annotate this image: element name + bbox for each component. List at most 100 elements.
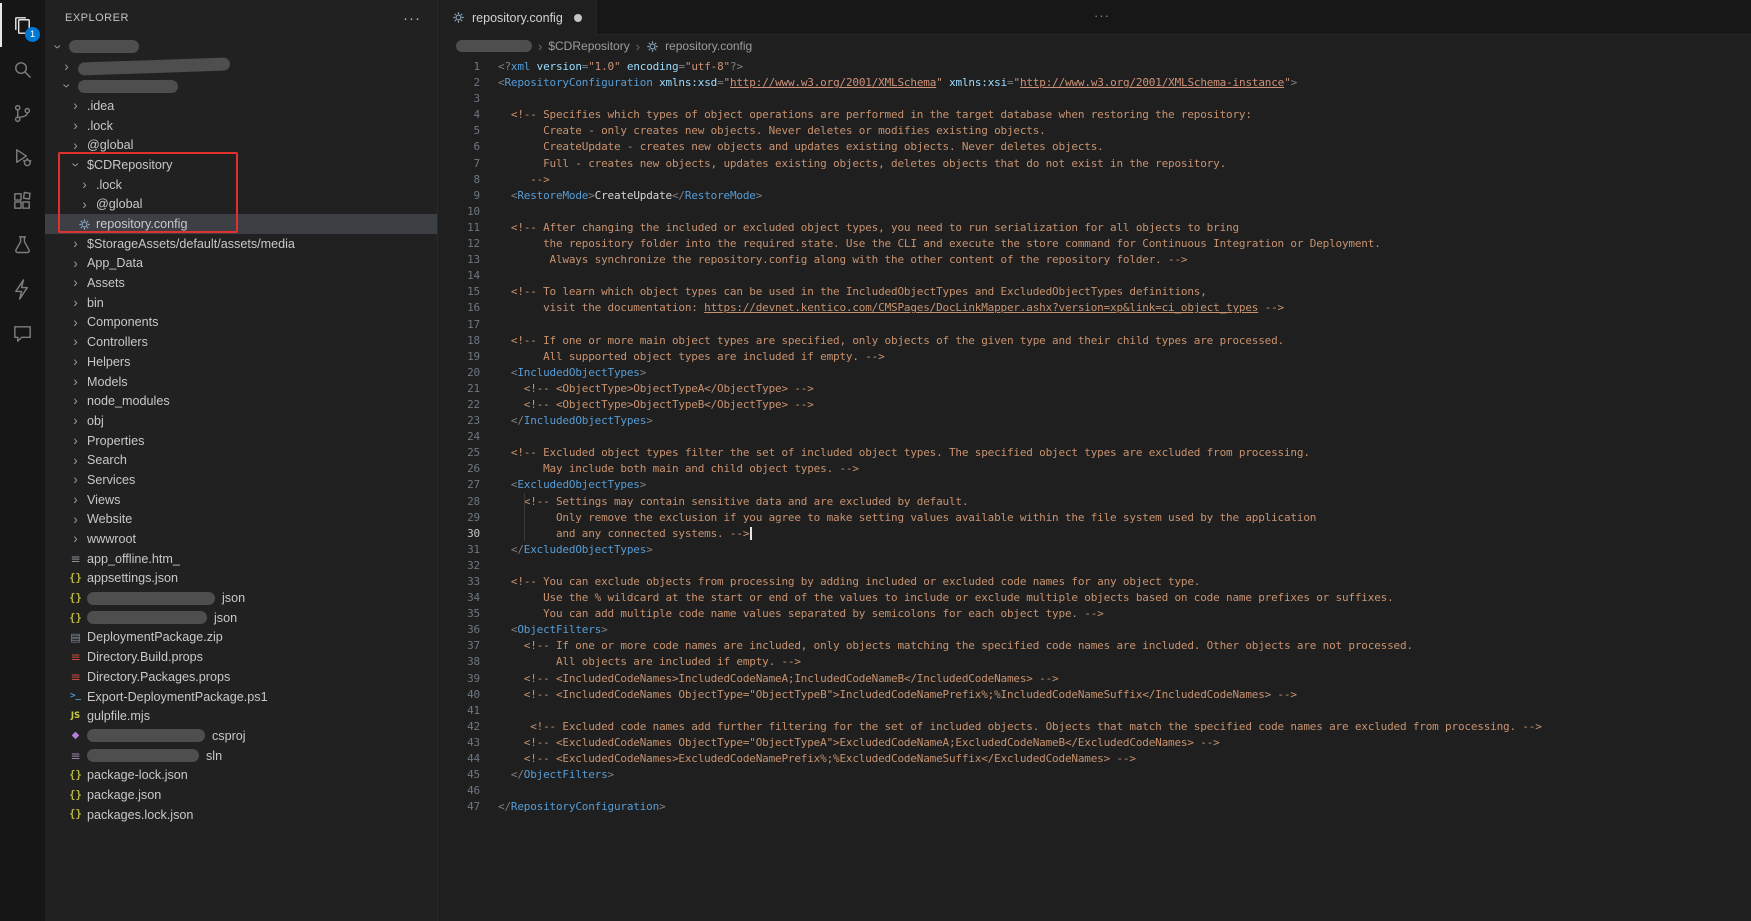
- code-line-36[interactable]: 36 <ObjectFilters>: [438, 622, 1751, 638]
- tree-item-models[interactable]: ›Models: [45, 372, 437, 392]
- code-line-18[interactable]: 18 <!-- If one or more main object types…: [438, 333, 1751, 349]
- tree-item-app-data[interactable]: ›App_Data: [45, 254, 437, 274]
- tree-item-appsettings-json[interactable]: {}appsettings.json: [45, 569, 437, 589]
- code-line-37[interactable]: 37 <!-- If one or more code names are in…: [438, 638, 1751, 654]
- code-line-40[interactable]: 40 <!-- <IncludedCodeNames ObjectType="O…: [438, 687, 1751, 703]
- code-line-26[interactable]: 26 May include both main and child objec…: [438, 461, 1751, 477]
- tree-item-packages-lock-json[interactable]: {}packages.lock.json: [45, 805, 437, 825]
- code-line-14[interactable]: 14: [438, 268, 1751, 284]
- activity-run-debug[interactable]: [0, 135, 45, 179]
- code-line-9[interactable]: 9 <RestoreMode>CreateUpdate</RestoreMode…: [438, 188, 1751, 204]
- editor-actions-icon[interactable]: ···: [1094, 8, 1110, 23]
- activity-search[interactable]: [0, 47, 45, 91]
- code-line-21[interactable]: 21 <!-- <ObjectType>ObjectTypeA</ObjectT…: [438, 381, 1751, 397]
- tree-item-helpers[interactable]: ›Helpers: [45, 352, 437, 372]
- tree-item-lock[interactable]: ›.lock: [45, 116, 437, 136]
- code-line-29[interactable]: 29 Only remove the exclusion if you agre…: [438, 510, 1751, 526]
- tree-item-redacted-csproj[interactable]: ◆csproj: [45, 726, 437, 746]
- breadcrumb-redacted-root[interactable]: [456, 40, 532, 52]
- tree-item-redacted-sln[interactable]: ≡sln: [45, 746, 437, 766]
- activity-explorer[interactable]: 1: [0, 3, 45, 47]
- code-line-45[interactable]: 45 </ObjectFilters>: [438, 767, 1751, 783]
- modified-dot-icon[interactable]: [574, 14, 582, 22]
- tree-item-storageassets-default-assets-media[interactable]: ›$StorageAssets/default/assets/media: [45, 234, 437, 254]
- tree-item-redacted[interactable]: ›: [45, 37, 437, 57]
- tree-item-redacted-json[interactable]: {}json: [45, 608, 437, 628]
- code-line-16[interactable]: 16 visit the documentation: https://devn…: [438, 300, 1751, 316]
- code-line-10[interactable]: 10: [438, 204, 1751, 220]
- code-editor[interactable]: 1<?xml version="1.0" encoding="utf-8"?>2…: [438, 57, 1751, 921]
- tree-item-export-deploymentpackage-ps1[interactable]: >_Export-DeploymentPackage.ps1: [45, 687, 437, 707]
- breadcrumb-folder[interactable]: $CDRepository: [548, 39, 629, 53]
- code-line-20[interactable]: 20 <IncludedObjectTypes>: [438, 365, 1751, 381]
- tree-item-services[interactable]: ›Services: [45, 470, 437, 490]
- code-line-12[interactable]: 12 the repository folder into the requir…: [438, 236, 1751, 252]
- code-line-42[interactable]: 42 <!-- Excluded code names add further …: [438, 719, 1751, 735]
- tree-item-gulpfile-mjs[interactable]: JSgulpfile.mjs: [45, 706, 437, 726]
- code-line-25[interactable]: 25 <!-- Excluded object types filter the…: [438, 445, 1751, 461]
- tab-repository-config[interactable]: repository.config: [438, 0, 597, 35]
- tree-item-redacted[interactable]: ›: [45, 76, 437, 96]
- code-line-27[interactable]: 27 <ExcludedObjectTypes>: [438, 477, 1751, 493]
- tree-item-global[interactable]: ›@global: [45, 195, 437, 215]
- code-line-22[interactable]: 22 <!-- <ObjectType>ObjectTypeB</ObjectT…: [438, 397, 1751, 413]
- code-line-7[interactable]: 7 Full - creates new objects, updates ex…: [438, 156, 1751, 172]
- code-line-38[interactable]: 38 All objects are included if empty. --…: [438, 654, 1751, 670]
- tree-item-package-lock-json[interactable]: {}package-lock.json: [45, 765, 437, 785]
- tree-item-redacted[interactable]: ›: [45, 57, 437, 77]
- code-line-19[interactable]: 19 All supported object types are includ…: [438, 349, 1751, 365]
- code-line-44[interactable]: 44 <!-- <ExcludedCodeNames>ExcludedCodeN…: [438, 751, 1751, 767]
- activity-source-control[interactable]: [0, 91, 45, 135]
- code-line-2[interactable]: 2<RepositoryConfiguration xmlns:xsd="htt…: [438, 75, 1751, 91]
- tree-item-controllers[interactable]: ›Controllers: [45, 332, 437, 352]
- tree-item-idea[interactable]: ›.idea: [45, 96, 437, 116]
- more-actions-icon[interactable]: ···: [403, 10, 421, 27]
- code-line-34[interactable]: 34 Use the % wildcard at the start or en…: [438, 590, 1751, 606]
- tree-item-redacted-json[interactable]: {}json: [45, 588, 437, 608]
- code-line-4[interactable]: 4 <!-- Specifies which types of object o…: [438, 107, 1751, 123]
- code-line-32[interactable]: 32: [438, 558, 1751, 574]
- code-line-41[interactable]: 41: [438, 703, 1751, 719]
- tree-item-package-json[interactable]: {}package.json: [45, 785, 437, 805]
- activity-testing[interactable]: [0, 223, 45, 267]
- code-line-5[interactable]: 5 Create - only creates new objects. Nev…: [438, 123, 1751, 139]
- tree-item-directory-packages-props[interactable]: ≡Directory.Packages.props: [45, 667, 437, 687]
- code-line-31[interactable]: 31 </ExcludedObjectTypes>: [438, 542, 1751, 558]
- activity-extensions[interactable]: [0, 179, 45, 223]
- code-line-39[interactable]: 39 <!-- <IncludedCodeNames>IncludedCodeN…: [438, 671, 1751, 687]
- tree-item-properties[interactable]: ›Properties: [45, 431, 437, 451]
- code-line-23[interactable]: 23 </IncludedObjectTypes>: [438, 413, 1751, 429]
- code-line-8[interactable]: 8 -->: [438, 172, 1751, 188]
- tree-item-app-offline-htm[interactable]: ≡app_offline.htm_: [45, 549, 437, 569]
- tree-item-assets[interactable]: ›Assets: [45, 273, 437, 293]
- tree-item-views[interactable]: ›Views: [45, 490, 437, 510]
- tree-item-repository-config[interactable]: repository.config: [45, 214, 437, 234]
- code-line-11[interactable]: 11 <!-- After changing the included or e…: [438, 220, 1751, 236]
- tree-item-wwwroot[interactable]: ›wwwroot: [45, 529, 437, 549]
- code-line-13[interactable]: 13 Always synchronize the repository.con…: [438, 252, 1751, 268]
- tree-item-directory-build-props[interactable]: ≡Directory.Build.props: [45, 647, 437, 667]
- code-line-47[interactable]: 47</RepositoryConfiguration>: [438, 799, 1751, 815]
- code-line-43[interactable]: 43 <!-- <ExcludedCodeNames ObjectType="O…: [438, 735, 1751, 751]
- code-line-33[interactable]: 33 <!-- You can exclude objects from pro…: [438, 574, 1751, 590]
- activity-comments[interactable]: [0, 311, 45, 355]
- tree-item-search[interactable]: ›Search: [45, 450, 437, 470]
- code-line-15[interactable]: 15 <!-- To learn which object types can …: [438, 284, 1751, 300]
- breadcrumb-file[interactable]: repository.config: [665, 39, 752, 53]
- tree-item-cdrepository[interactable]: ›$CDRepository: [45, 155, 437, 175]
- code-line-6[interactable]: 6 CreateUpdate - creates new objects and…: [438, 139, 1751, 155]
- tree-item-lock[interactable]: ›.lock: [45, 175, 437, 195]
- tree-item-components[interactable]: ›Components: [45, 313, 437, 333]
- tree-item-website[interactable]: ›Website: [45, 510, 437, 530]
- code-line-24[interactable]: 24: [438, 429, 1751, 445]
- tree-item-global[interactable]: ›@global: [45, 135, 437, 155]
- code-line-1[interactable]: 1<?xml version="1.0" encoding="utf-8"?>: [438, 59, 1751, 75]
- code-line-30[interactable]: 30 and any connected systems. -->: [438, 526, 1751, 542]
- code-line-46[interactable]: 46: [438, 783, 1751, 799]
- activity-power[interactable]: [0, 267, 45, 311]
- tree-item-node-modules[interactable]: ›node_modules: [45, 391, 437, 411]
- code-line-28[interactable]: 28 <!-- Settings may contain sensitive d…: [438, 494, 1751, 510]
- tree-item-obj[interactable]: ›obj: [45, 411, 437, 431]
- code-line-3[interactable]: 3: [438, 91, 1751, 107]
- code-line-17[interactable]: 17: [438, 317, 1751, 333]
